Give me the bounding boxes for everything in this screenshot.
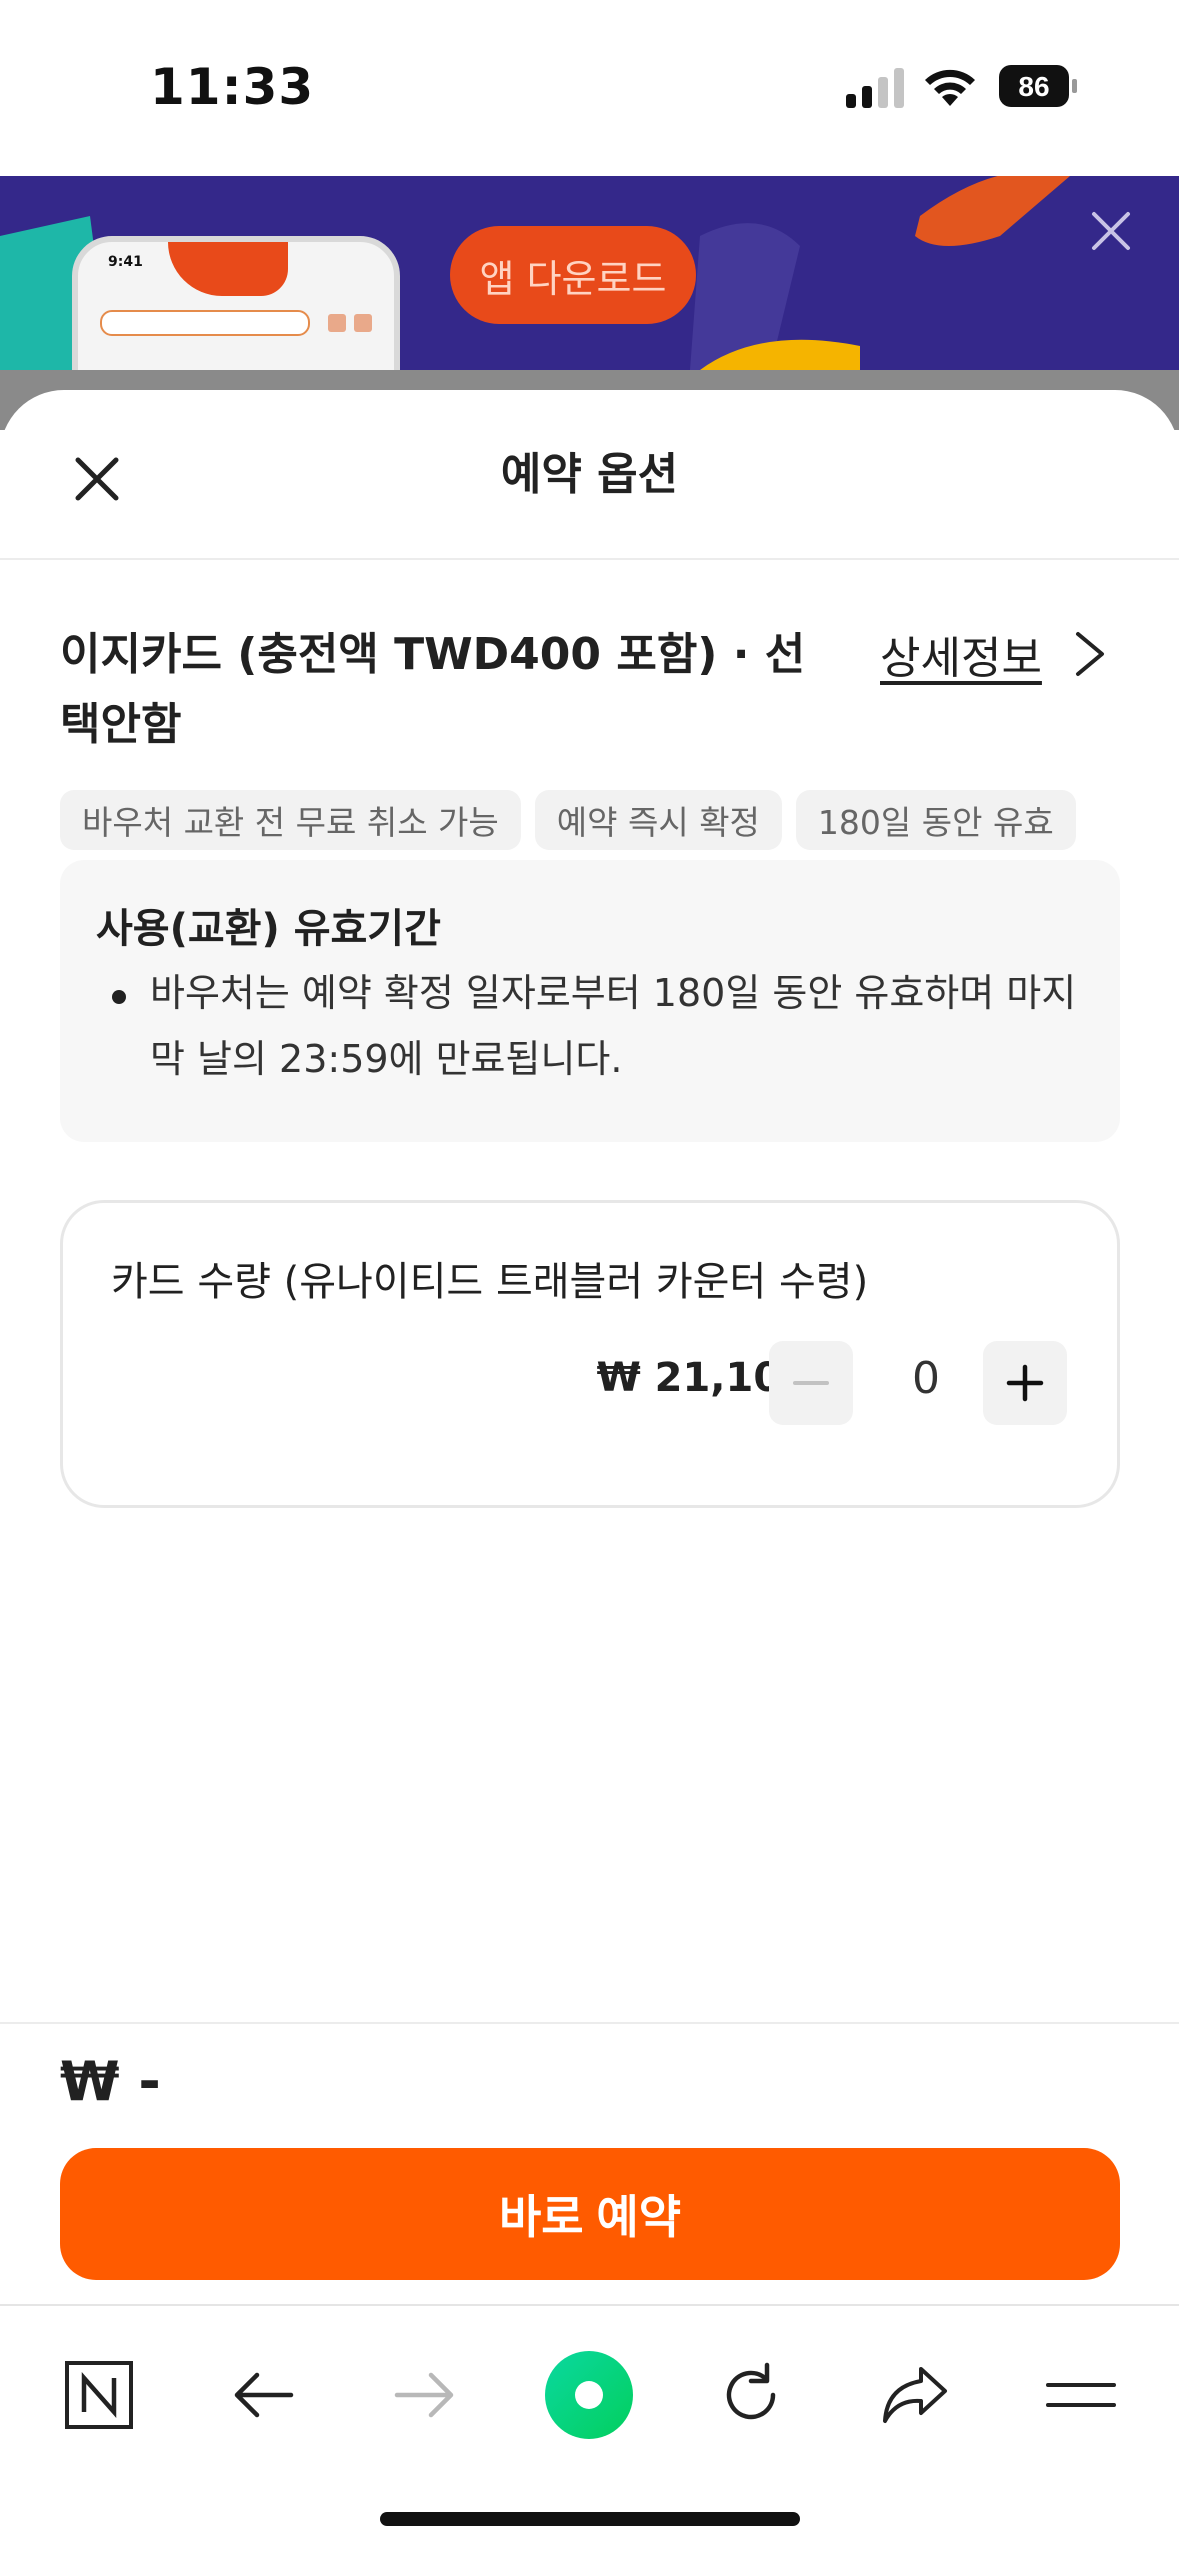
home-indicator bbox=[380, 2512, 800, 2526]
phone-mockup: 9:41 bbox=[72, 236, 400, 370]
detail-link[interactable]: 상세정보 bbox=[880, 622, 1042, 686]
forward-arrow-icon[interactable] bbox=[380, 2350, 470, 2440]
validity-info-box: 사용(교환) 유효기간 바우처는 예약 확정 일자로부터 180일 동안 유효하… bbox=[60, 860, 1120, 1142]
mockup-icon bbox=[328, 314, 346, 332]
app-download-banner[interactable]: 9:41 앱 다운로드 bbox=[0, 176, 1179, 370]
mockup-icon bbox=[354, 314, 372, 332]
footer-divider bbox=[0, 2022, 1179, 2024]
green-dot-icon[interactable] bbox=[544, 2350, 634, 2440]
share-icon[interactable] bbox=[870, 2350, 960, 2440]
validity-title: 사용(교환) 유효기간 bbox=[96, 906, 441, 952]
booking-options-sheet: 예약 옵션 이지카드 (충전액 TWD400 포함) · 선택안함 상세정보 바… bbox=[0, 390, 1179, 2306]
tag-validity: 180일 동안 유효 bbox=[795, 790, 1076, 850]
sheet-header: 예약 옵션 bbox=[0, 390, 1179, 560]
menu-icon[interactable] bbox=[1036, 2350, 1126, 2440]
total-price: ₩ - bbox=[60, 2050, 161, 2113]
book-now-button[interactable]: 바로 예약 bbox=[60, 2148, 1120, 2280]
sheet-title: 예약 옵션 bbox=[500, 449, 679, 500]
quantity-card: 카드 수량 (유나이티드 트래블러 카운터 수령) ₩ 21,100 0 bbox=[60, 1200, 1120, 1508]
decrease-button[interactable] bbox=[769, 1341, 853, 1425]
mockup-search-bar bbox=[100, 310, 310, 336]
status-time: 11:33 bbox=[150, 58, 315, 116]
status-bar: 11:33 86 bbox=[0, 0, 1179, 176]
bullet-icon bbox=[112, 990, 126, 1004]
mockup-time: 9:41 bbox=[108, 254, 143, 270]
chevron-right-icon[interactable] bbox=[1068, 626, 1112, 682]
tag-instant-confirm: 예약 즉시 확정 bbox=[534, 790, 782, 850]
close-icon[interactable] bbox=[1086, 206, 1136, 256]
tag-free-cancel: 바우처 교환 전 무료 취소 가능 bbox=[60, 790, 521, 850]
battery-level: 86 bbox=[1018, 71, 1049, 102]
validity-text: 바우처는 예약 확정 일자로부터 180일 동안 유효하며 마지막 날의 23:… bbox=[150, 971, 1077, 1081]
quantity-label: 카드 수량 (유나이티드 트래블러 카운터 수령) bbox=[111, 1259, 869, 1305]
mockup-shape bbox=[168, 242, 288, 296]
increase-button[interactable] bbox=[983, 1341, 1067, 1425]
signal-icon bbox=[846, 68, 904, 108]
reload-icon[interactable] bbox=[706, 2350, 796, 2440]
battery-icon: 86 bbox=[999, 65, 1077, 107]
policy-tags: 바우처 교환 전 무료 취소 가능 예약 즉시 확정 180일 동안 유효 bbox=[60, 790, 1076, 850]
product-name: 이지카드 (충전액 TWD400 포함) · 선택안함 bbox=[60, 629, 806, 750]
back-arrow-icon[interactable] bbox=[218, 2350, 308, 2440]
plus-icon bbox=[1006, 1364, 1044, 1402]
app-download-button[interactable]: 앱 다운로드 bbox=[450, 226, 696, 324]
naver-n-icon[interactable] bbox=[54, 2350, 144, 2440]
wifi-icon bbox=[925, 69, 975, 106]
minus-icon bbox=[793, 1381, 829, 1385]
quantity-value: 0 bbox=[912, 1353, 940, 1404]
